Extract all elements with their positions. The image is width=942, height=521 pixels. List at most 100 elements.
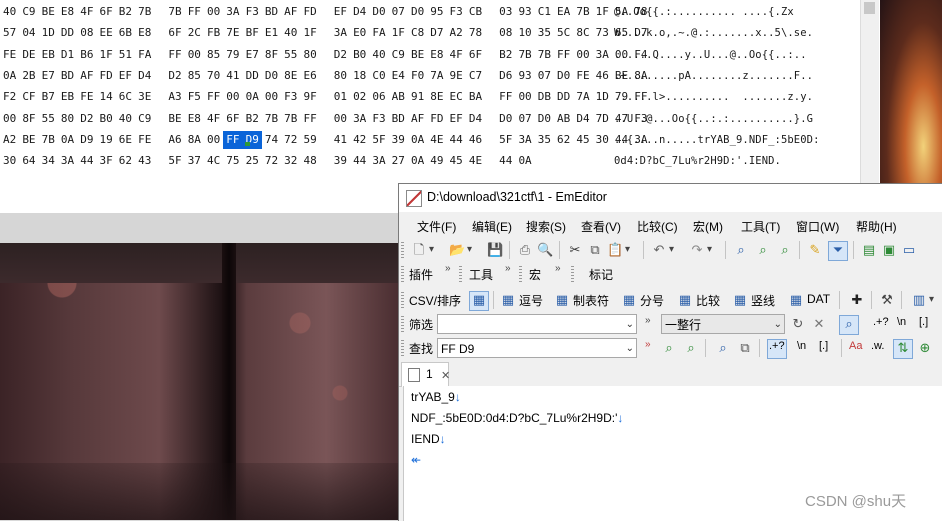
hex-byte[interactable]: 19	[96, 131, 115, 149]
hex-byte[interactable]: 59	[300, 131, 319, 149]
menu-macro[interactable]: 宏(M)	[693, 218, 723, 235]
incremental-search-icon[interactable]: ⊕	[917, 340, 933, 356]
hex-byte[interactable]: 79	[223, 46, 242, 64]
hex-byte[interactable]: FE	[77, 88, 96, 106]
new-file-icon[interactable]: 🗋	[411, 242, 427, 258]
hex-byte[interactable]: FE	[135, 131, 154, 149]
hex-byte[interactable]: AF	[408, 110, 427, 128]
hex-byte[interactable]: 0A	[58, 131, 77, 149]
hex-byte[interactable]: 72	[262, 152, 281, 170]
hex-byte[interactable]: D4	[466, 110, 485, 128]
hex-ascii[interactable]: ......Q....y..U...@..Oo{{..:..	[614, 46, 807, 64]
hex-byte[interactable]: 00	[185, 46, 204, 64]
hex-byte[interactable]: 0A	[408, 131, 427, 149]
hex-byte[interactable]: F0	[408, 67, 427, 85]
find-icon[interactable]: ⌕	[733, 242, 749, 258]
hex-byte[interactable]: 01	[331, 88, 350, 106]
hex-byte[interactable]: BD	[58, 67, 77, 85]
filter-input[interactable]: ⌄	[437, 314, 637, 334]
hex-byte[interactable]: 04	[19, 24, 38, 42]
print-icon[interactable]: ⎙	[517, 242, 533, 258]
hex-byte[interactable]: 6C	[116, 88, 135, 106]
escape-toggle[interactable]: \n	[797, 340, 806, 352]
hex-byte[interactable]: 5C	[554, 24, 573, 42]
hex-byte[interactable]: FF	[300, 110, 319, 128]
find-prev-icon[interactable]: ⌕	[777, 242, 793, 258]
hex-byte[interactable]: 44	[496, 152, 515, 170]
hex-byte[interactable]: B2	[243, 110, 262, 128]
hex-byte[interactable]: FF	[554, 46, 573, 64]
chevron-down-icon[interactable]: ⌄	[774, 315, 782, 335]
toolbar-grip[interactable]	[401, 242, 404, 258]
hex-byte[interactable]: F5	[185, 88, 204, 106]
hex-byte[interactable]: D9	[242, 130, 262, 149]
hex-byte[interactable]: D1	[58, 46, 77, 64]
filter-mode-select[interactable]: 一整行 ⌄	[661, 314, 785, 334]
hex-byte[interactable]: 64	[19, 152, 38, 170]
hex-byte[interactable]: C7	[466, 67, 485, 85]
menu-edit[interactable]: 编辑(E)	[472, 218, 512, 235]
hex-byte[interactable]: BE	[165, 110, 184, 128]
hex-byte[interactable]: D7	[427, 24, 446, 42]
hex-byte[interactable]: D6	[496, 67, 515, 85]
hex-byte[interactable]: 00	[573, 46, 592, 64]
hex-byte[interactable]: 5F	[369, 131, 388, 149]
menu-compare[interactable]: 比较(C)	[637, 218, 678, 235]
hex-byte[interactable]: B0	[350, 46, 369, 64]
paste-icon[interactable]: 📋	[607, 242, 623, 258]
hex-byte[interactable]: 80	[331, 67, 350, 85]
chevron-down-icon[interactable]: ▾	[929, 294, 934, 305]
hex-byte[interactable]: 45	[447, 152, 466, 170]
hex-byte[interactable]: 7B	[515, 46, 534, 64]
hex-byte[interactable]: 85	[204, 46, 223, 64]
hex-byte[interactable]: 1F	[96, 46, 115, 64]
hex-byte[interactable]: 5F	[496, 131, 515, 149]
pipe-button[interactable]: 竖线	[751, 292, 775, 309]
hex-byte[interactable]: F3	[243, 3, 262, 21]
chevron-right-icon[interactable]: »	[555, 263, 561, 274]
hex-byte[interactable]: B2	[496, 46, 515, 64]
hex-byte[interactable]: 41	[331, 131, 350, 149]
tab-separator-button[interactable]: 制表符	[573, 292, 609, 309]
brackets-toggle[interactable]: [.]	[919, 316, 928, 328]
hex-byte[interactable]: FD	[96, 67, 115, 85]
hex-byte[interactable]: 3F	[96, 152, 115, 170]
hex-byte[interactable]: 00	[223, 88, 242, 106]
hex-byte[interactable]: 7A	[427, 67, 446, 85]
hex-byte[interactable]: E4	[389, 67, 408, 85]
hex-byte[interactable]: 00	[331, 110, 350, 128]
hex-byte[interactable]: 2B	[19, 67, 38, 85]
hex-byte[interactable]: 0A	[0, 67, 19, 85]
hex-ascii[interactable]: 0d4:D?bC_7Lu%r2H9D:'.IEND.	[614, 152, 781, 170]
chevron-right-icon[interactable]: »	[445, 263, 451, 274]
hex-byte[interactable]: D2	[331, 46, 350, 64]
hex-byte[interactable]: D0	[554, 67, 573, 85]
hex-byte[interactable]: 1F	[300, 24, 319, 42]
hex-byte[interactable]: D4	[135, 67, 154, 85]
hex-byte[interactable]: 7B	[135, 3, 154, 21]
hex-byte[interactable]: A2	[447, 24, 466, 42]
hex-byte[interactable]: 32	[281, 152, 300, 170]
hex-byte[interactable]: 6F	[96, 3, 115, 21]
undo-icon[interactable]: ↶	[651, 242, 667, 258]
hex-byte[interactable]: D0	[262, 67, 281, 85]
hex-byte[interactable]: FD	[300, 3, 319, 21]
hex-byte[interactable]: 25	[243, 152, 262, 170]
hex-byte[interactable]: 78	[466, 24, 485, 42]
hex-byte[interactable]: 6F	[165, 24, 184, 42]
hex-byte[interactable]: FF	[204, 88, 223, 106]
hex-byte[interactable]: 57	[0, 24, 19, 42]
hex-byte[interactable]: BE	[408, 46, 427, 64]
menu-tools[interactable]: 工具(T)	[741, 218, 780, 235]
hex-byte[interactable]: 06	[369, 88, 388, 106]
hex-byte[interactable]: 43	[135, 152, 154, 170]
toolbar-grip[interactable]	[401, 340, 404, 356]
hex-byte[interactable]: F3	[369, 110, 388, 128]
hex-byte[interactable]: BD	[389, 110, 408, 128]
hex-byte[interactable]: FF	[223, 130, 243, 149]
hex-byte[interactable]: F3	[281, 88, 300, 106]
comma-button[interactable]: 逗号	[519, 292, 543, 309]
hex-byte[interactable]: 1F	[593, 3, 612, 21]
hex-byte[interactable]: 30	[593, 131, 612, 149]
compare-button[interactable]: 比较	[696, 292, 720, 309]
